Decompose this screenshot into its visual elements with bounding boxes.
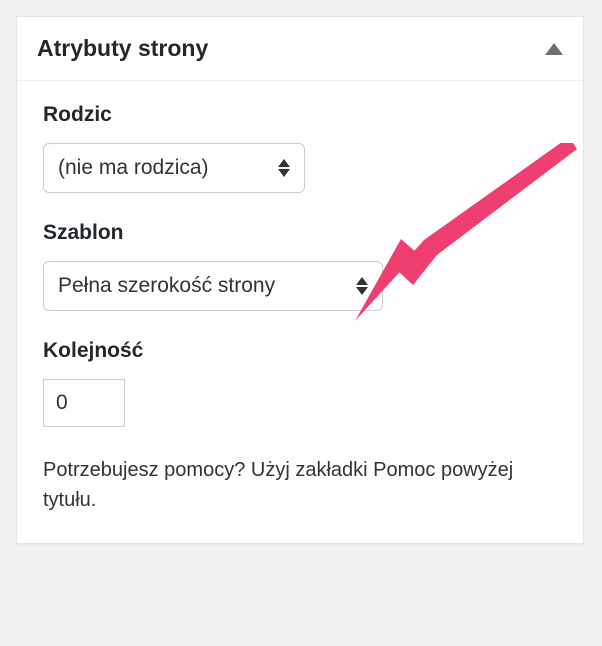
sort-arrows-icon [356, 277, 368, 295]
template-select[interactable]: Pełna szerokość strony [43, 261, 383, 311]
parent-field: Rodzic (nie ma rodzica) [43, 103, 557, 193]
help-text: Potrzebujesz pomocy? Użyj zakładki Pomoc… [43, 455, 557, 515]
order-field: Kolejność [43, 339, 557, 427]
collapse-up-icon [545, 43, 563, 55]
page-attributes-panel: Atrybuty strony Rodzic (nie ma rodzica) … [16, 16, 584, 544]
panel-body: Rodzic (nie ma rodzica) Szablon Pełna sz… [17, 81, 583, 543]
sort-arrows-icon [278, 159, 290, 177]
template-field: Szablon Pełna szerokość strony [43, 221, 557, 311]
panel-header[interactable]: Atrybuty strony [17, 17, 583, 81]
template-label: Szablon [43, 221, 557, 245]
order-input[interactable] [43, 379, 125, 427]
panel-title: Atrybuty strony [37, 35, 208, 62]
parent-label: Rodzic [43, 103, 557, 127]
order-label: Kolejność [43, 339, 557, 363]
parent-select[interactable]: (nie ma rodzica) [43, 143, 305, 193]
template-select-value: Pełna szerokość strony [58, 274, 275, 298]
parent-select-value: (nie ma rodzica) [58, 156, 209, 180]
